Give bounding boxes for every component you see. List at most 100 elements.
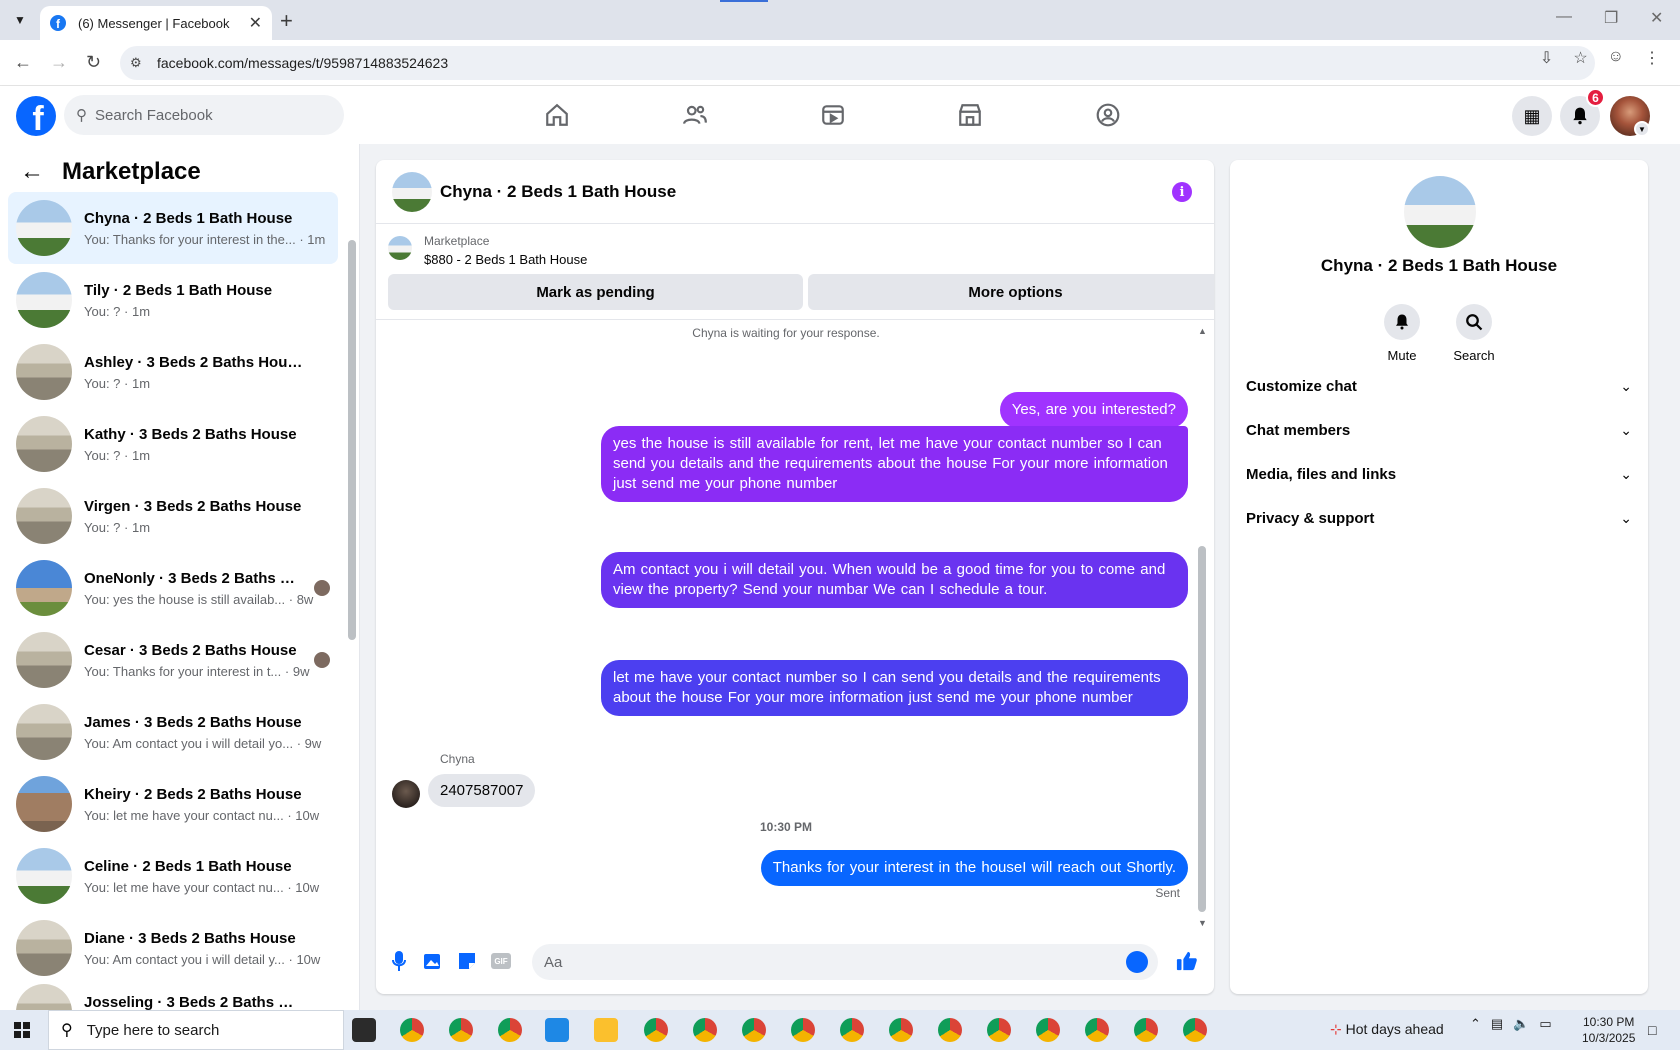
chrome-icon[interactable] (644, 1018, 668, 1042)
star-icon[interactable]: ☆ (1573, 48, 1587, 68)
details-avatar[interactable] (1404, 176, 1476, 248)
conversation-item[interactable]: Tily · 2 Beds 1 Bath House You: ? · 1m (8, 264, 338, 336)
app-icon[interactable] (545, 1018, 569, 1042)
chat-scrollbar[interactable] (1198, 546, 1206, 912)
sticky-notes-icon[interactable] (594, 1018, 618, 1042)
address-bar[interactable]: ⚙ facebook.com/messages/t/95987148835246… (120, 46, 1595, 80)
groups-icon[interactable] (1093, 100, 1123, 130)
chrome-icon[interactable] (889, 1018, 913, 1042)
search-conversation-button[interactable]: Search (1446, 304, 1502, 363)
notification-center-icon[interactable]: □ (1648, 1022, 1656, 1038)
message-input[interactable]: Aa (532, 944, 1158, 980)
photo-icon[interactable] (422, 950, 444, 972)
chrome-icon[interactable] (693, 1018, 717, 1042)
section-title: Privacy & support (1246, 509, 1375, 527)
menu-grid-icon[interactable]: ▦ (1512, 96, 1552, 136)
emoji-icon[interactable] (1126, 951, 1148, 973)
media-files-row[interactable]: Media, files and links ⌄ (1246, 454, 1632, 494)
chat-avatar[interactable] (392, 172, 432, 212)
sidebar-scrollbar[interactable] (348, 240, 356, 640)
conversation-snippet: You: ? · 1m (84, 375, 151, 391)
chrome-icon[interactable] (449, 1018, 473, 1042)
back-icon[interactable]: ← (14, 52, 32, 73)
microphone-icon[interactable] (388, 950, 410, 972)
info-icon[interactable]: i (1172, 182, 1192, 202)
facebook-logo[interactable]: f (16, 96, 56, 136)
reload-icon[interactable]: ↻ (86, 52, 101, 73)
windows-start-icon[interactable] (14, 1022, 30, 1038)
home-icon[interactable] (542, 100, 572, 130)
facebook-search-input[interactable]: ⚲ Search Facebook (64, 95, 344, 135)
conversation-item[interactable]: Kheiry · 2 Beds 2 Baths House You: let m… (8, 768, 338, 840)
privacy-support-row[interactable]: Privacy & support ⌄ (1246, 498, 1632, 538)
install-icon[interactable]: ⇩ (1540, 48, 1553, 68)
chrome-icon[interactable] (1134, 1018, 1158, 1042)
mark-pending-button[interactable]: Mark as pending (388, 274, 803, 310)
mute-label: Mute (1387, 348, 1417, 363)
weather-widget[interactable]: ⊹ Hot days ahead (1330, 1021, 1444, 1038)
chrome-icon[interactable] (1085, 1018, 1109, 1042)
listing-thumbnail (388, 236, 412, 260)
friends-icon[interactable] (680, 100, 710, 130)
customize-chat-row[interactable]: Customize chat ⌄ (1246, 366, 1632, 406)
conversation-item[interactable]: Kathy · 3 Beds 2 Baths House You: ? · 1m (8, 408, 338, 480)
chrome-icon[interactable] (1036, 1018, 1060, 1042)
sender-name: Chyna (440, 752, 475, 766)
notification-badge: 6 (1586, 88, 1605, 107)
browser-tab[interactable]: f (6) Messenger | Facebook ✕ (40, 6, 272, 40)
mute-button[interactable]: Mute (1374, 304, 1430, 363)
chrome-icon[interactable] (1183, 1018, 1207, 1042)
site-info-icon[interactable]: ⚙ (130, 55, 146, 71)
sticker-icon[interactable] (456, 950, 478, 972)
profile-icon[interactable]: ☺ (1608, 48, 1624, 68)
scroll-down-icon[interactable]: ▼ (1198, 918, 1207, 928)
marketplace-icon[interactable] (955, 100, 985, 130)
url-text[interactable]: facebook.com/messages/t/9598714883524623 (157, 55, 448, 71)
thumbs-up-icon[interactable] (1176, 950, 1198, 972)
taskbar-search-input[interactable]: ⚲ Type here to search (48, 1010, 344, 1050)
restore-icon[interactable]: ❐ (1604, 8, 1618, 28)
back-arrow-icon[interactable]: ← (20, 158, 44, 186)
taskbar-clock[interactable]: 10:30 PM 10/3/2025 (1582, 1014, 1635, 1046)
kebab-menu-icon[interactable]: ⋮ (1644, 48, 1660, 68)
chat-members-row[interactable]: Chat members ⌄ (1246, 410, 1632, 450)
forward-icon[interactable]: → (50, 52, 68, 73)
task-view-icon[interactable] (352, 1018, 376, 1042)
network-icon[interactable]: ▤ (1491, 1016, 1503, 1032)
chevron-up-icon[interactable]: ⌃ (1470, 1016, 1481, 1032)
gif-icon[interactable]: GIF (490, 950, 512, 972)
conversation-item[interactable]: Chyna · 2 Beds 1 Bath House You: Thanks … (8, 192, 338, 264)
listing-thumbnail (16, 272, 72, 328)
close-icon[interactable]: ✕ (249, 13, 262, 33)
chrome-icon[interactable] (987, 1018, 1011, 1042)
chrome-icon[interactable] (840, 1018, 864, 1042)
conversation-item[interactable]: Cesar · 3 Beds 2 Baths House You: Thanks… (8, 624, 338, 696)
avatar[interactable] (392, 780, 420, 808)
more-options-button[interactable]: More options (808, 274, 1214, 310)
chevron-down-icon: ⌄ (1620, 509, 1632, 526)
conversation-item[interactable]: Virgen · 3 Beds 2 Baths House You: ? · 1… (8, 480, 338, 552)
conversation-item[interactable]: OneNonly · 3 Beds 2 Baths Ho... You: yes… (8, 552, 338, 624)
plus-icon[interactable]: + (280, 8, 293, 34)
chevron-down-icon[interactable]: ▼ (1634, 121, 1650, 137)
search-icon (1456, 304, 1492, 340)
close-window-icon[interactable]: ✕ (1650, 8, 1663, 28)
video-icon[interactable] (818, 100, 848, 130)
conversation-item[interactable]: Ashley · 3 Beds 2 Baths House You: ? · 1… (8, 336, 338, 408)
volume-icon[interactable]: 🔈 (1513, 1016, 1529, 1032)
chrome-icon[interactable] (791, 1018, 815, 1042)
listing-price[interactable]: $880 - 2 Beds 1 Bath House (424, 252, 587, 267)
minimize-icon[interactable]: — (1556, 8, 1572, 26)
chat-title[interactable]: Chyna · 2 Beds 1 Bath House (440, 182, 676, 202)
conversation-item[interactable]: Celine · 2 Beds 1 Bath House You: let me… (8, 840, 338, 912)
chrome-icon[interactable] (498, 1018, 522, 1042)
conversation-item[interactable]: James · 3 Beds 2 Baths House You: Am con… (8, 696, 338, 768)
scroll-up-icon[interactable]: ▲ (1198, 326, 1207, 336)
conversation-item[interactable]: Diane · 3 Beds 2 Baths House You: Am con… (8, 912, 338, 984)
chrome-icon[interactable] (400, 1018, 424, 1042)
display-icon[interactable]: ▭ (1539, 1016, 1551, 1032)
tab-list-icon[interactable]: ▼ (8, 9, 32, 31)
windows-taskbar: ⚲ Type here to search ⊹ Hot days ahead ⌃… (0, 1010, 1680, 1050)
chrome-icon[interactable] (938, 1018, 962, 1042)
chrome-icon[interactable] (742, 1018, 766, 1042)
